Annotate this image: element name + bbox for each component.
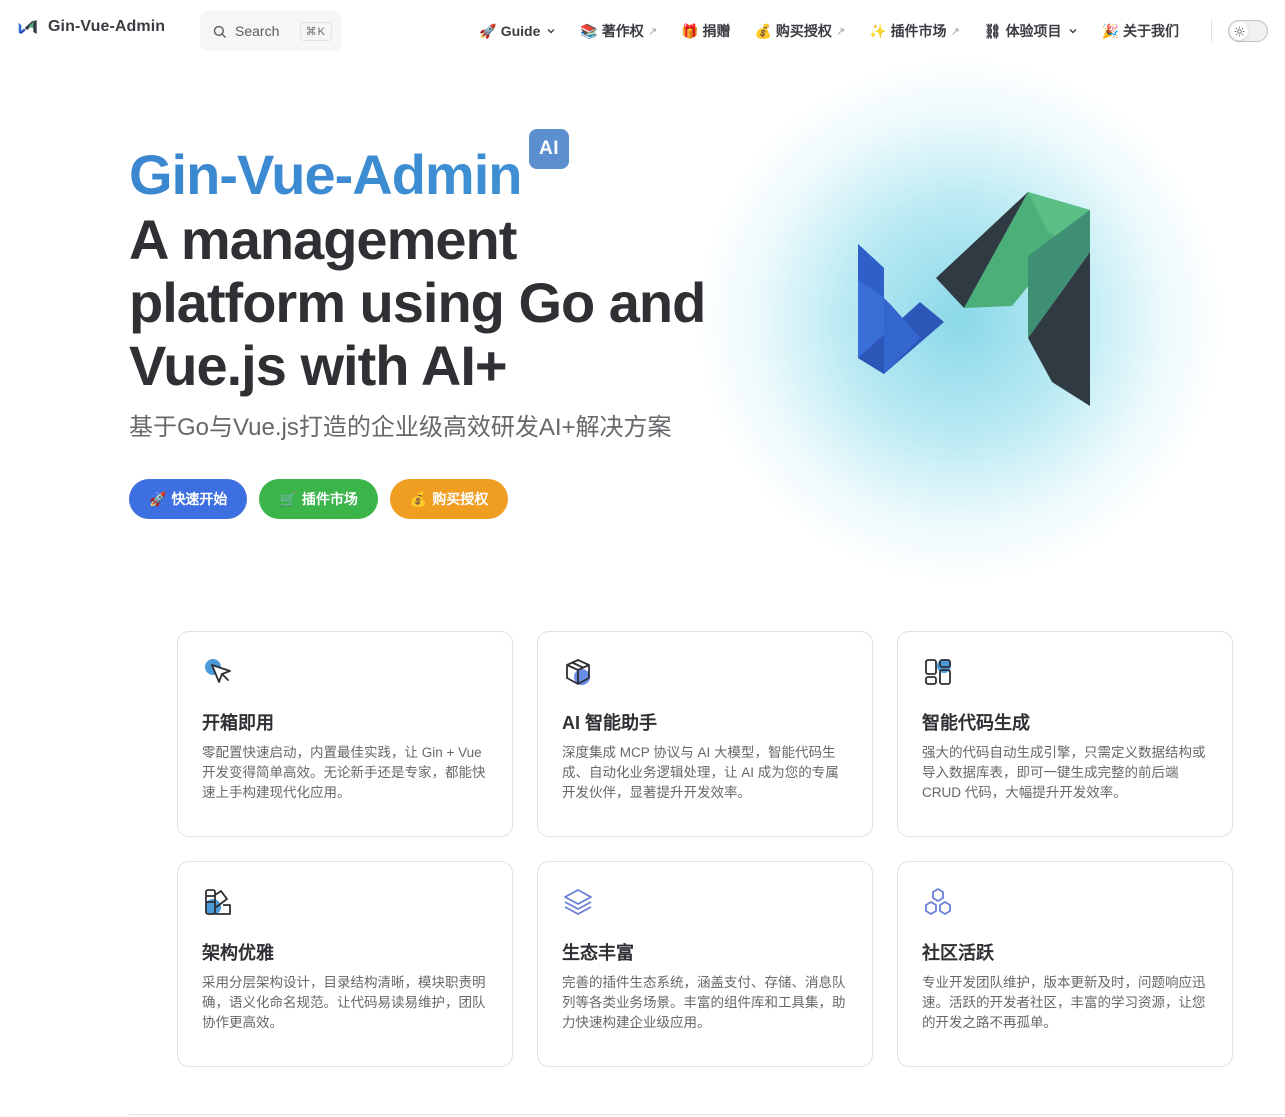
feature-description: 采用分层架构设计，目录结构清晰，模块职责明确，语义化命名规范。让代码易读易维护，… bbox=[202, 975, 486, 1030]
chain-icon: ⛓ bbox=[983, 22, 1002, 39]
shopping-cart-icon: 🛒 bbox=[279, 490, 297, 507]
cube-icon bbox=[566, 659, 590, 685]
buy-license-button[interactable]: 💰 购买授权 bbox=[389, 479, 509, 519]
nav-item-demo-projects[interactable]: ⛓ 体验项目 bbox=[972, 0, 1090, 62]
feature-card: AI 智能助手 深度集成 MCP 协议与 AI 大模型，智能代码生成、自动化业务… bbox=[537, 631, 873, 837]
footer-divider bbox=[129, 1114, 1285, 1115]
rocket-icon: 🚀 bbox=[479, 22, 497, 39]
search-icon bbox=[213, 25, 226, 38]
nav-item-plugin-market[interactable]: ✨ 插件市场 ↗ bbox=[857, 0, 972, 62]
nav-menu: 🚀 Guide 📚 著作权 ↗ 🎁 捐赠 💰 购买授权 ↗ ✨ 插件市场 ↗ ⛓… bbox=[467, 0, 1191, 62]
external-link-icon: ↗ bbox=[647, 25, 658, 38]
hero-name: Gin-Vue-Admin bbox=[129, 143, 522, 206]
button-label: 购买授权 bbox=[432, 491, 489, 507]
feature-title: 社区活跃 bbox=[922, 943, 994, 963]
feature-description: 专业开发团队维护，版本更新及时，问题响应迅速。活跃的开发者社区，丰富的学习资源，… bbox=[922, 975, 1206, 1030]
feature-card: 开箱即用 零配置快速启动，内置最佳实践，让 Gin + Vue 开发变得简单高效… bbox=[177, 631, 513, 837]
nav-item-label: 购买授权 bbox=[775, 23, 832, 39]
feature-title: 开箱即用 bbox=[202, 713, 274, 733]
hero-logo-image bbox=[858, 192, 1090, 406]
rocket-icon: 🚀 bbox=[149, 490, 167, 507]
nav-item-license[interactable]: 💰 购买授权 ↗ bbox=[742, 0, 857, 62]
nav-item-label: 捐赠 bbox=[702, 23, 731, 39]
feature-description: 强大的代码自动生成引擎，只需定义数据结构或导入数据库表，即可一键生成完整的前后端… bbox=[922, 745, 1206, 800]
hero-name-wrap: Gin-Vue-Admin bbox=[129, 142, 522, 208]
plugin-market-button[interactable]: 🛒 插件市场 bbox=[259, 479, 378, 519]
gift-icon: 🎁 bbox=[681, 22, 699, 39]
feature-description: 深度集成 MCP 协议与 AI 大模型，智能代码生成、自动化业务逻辑处理，让 A… bbox=[562, 745, 839, 800]
search-button[interactable]: Search ⌘K bbox=[200, 11, 342, 51]
feature-card: 社区活跃 专业开发团队维护，版本更新及时，问题响应迅速。活跃的开发者社区，丰富的… bbox=[897, 861, 1233, 1067]
ai-badge: AI bbox=[529, 129, 569, 169]
layout-grid-icon bbox=[925, 659, 951, 685]
quick-start-button[interactable]: 🚀 快速开始 bbox=[129, 479, 248, 519]
nav-item-label: 著作权 bbox=[601, 23, 644, 39]
nav-item-label: 插件市场 bbox=[890, 23, 947, 39]
feature-title: 生态丰富 bbox=[562, 943, 634, 963]
nav-item-donate[interactable]: 🎁 捐赠 bbox=[669, 0, 742, 62]
hexagons-icon bbox=[925, 888, 951, 915]
feature-description: 完善的插件生态系统，涵盖支付、存储、消息队列等各类业务场景。丰富的组件库和工具集… bbox=[562, 975, 846, 1030]
swatch-book-icon bbox=[205, 889, 231, 915]
nav-divider bbox=[1211, 19, 1212, 43]
nav-item-label: 关于我们 bbox=[1123, 23, 1179, 39]
button-label: 插件市场 bbox=[301, 491, 358, 507]
hero-actions: 🚀 快速开始 🛒 插件市场 💰 购买授权 bbox=[129, 479, 509, 519]
layers-icon bbox=[564, 889, 592, 915]
brand-title: Gin-Vue-Admin bbox=[48, 18, 166, 35]
hero-headline: A management platform using Go and Vue.j… bbox=[129, 208, 706, 397]
top-nav: Gin-Vue-Admin Search ⌘K 🚀 Guide 📚 著作权 ↗ … bbox=[0, 0, 1285, 62]
chevron-down-icon bbox=[546, 26, 556, 36]
theme-toggle[interactable] bbox=[1228, 20, 1268, 42]
money-bag-icon: 💰 bbox=[754, 22, 772, 39]
feature-card: 智能代码生成 强大的代码自动生成引擎，只需定义数据结构或导入数据库表，即可一键生… bbox=[897, 631, 1233, 837]
external-link-icon: ↗ bbox=[950, 25, 960, 38]
button-label: 快速开始 bbox=[171, 491, 228, 507]
party-popper-icon: 🎉 bbox=[1101, 22, 1119, 39]
brand-link[interactable]: Gin-Vue-Admin bbox=[18, 18, 165, 36]
feature-card: 生态丰富 完善的插件生态系统，涵盖支付、存储、消息队列等各类业务场景。丰富的组件… bbox=[537, 861, 873, 1067]
nav-item-about[interactable]: 🎉 关于我们 bbox=[1090, 0, 1191, 62]
medal-icon: 💰 bbox=[409, 490, 428, 507]
search-shortcut: ⌘K bbox=[299, 21, 332, 41]
chevron-down-icon bbox=[1068, 26, 1078, 36]
books-icon: 📚 bbox=[580, 22, 598, 39]
sun-icon bbox=[1230, 22, 1248, 40]
nav-item-label: 体验项目 bbox=[1005, 23, 1062, 39]
search-label: Search bbox=[235, 23, 280, 39]
nav-item-copyright[interactable]: 📚 著作权 ↗ bbox=[568, 0, 669, 62]
feature-description: 零配置快速启动，内置最佳实践，让 Gin + Vue 开发变得简单高效。无论新手… bbox=[202, 745, 486, 800]
cursor-click-icon bbox=[205, 659, 231, 683]
nav-item-label: Guide bbox=[500, 23, 541, 39]
external-link-icon: ↗ bbox=[835, 25, 846, 38]
brand-logo-icon bbox=[18, 20, 37, 34]
feature-title: AI 智能助手 bbox=[562, 713, 658, 733]
feature-card: 架构优雅 采用分层架构设计，目录结构清晰，模块职责明确，语义化命名规范。让代码易… bbox=[177, 861, 513, 1067]
feature-title: 架构优雅 bbox=[202, 943, 274, 963]
sparkles-icon: ✨ bbox=[869, 22, 887, 39]
feature-title: 智能代码生成 bbox=[922, 713, 1030, 733]
nav-item-guide[interactable]: 🚀 Guide bbox=[467, 0, 568, 62]
hero-tagline: 基于Go与Vue.js打造的企业级高效研发AI+解决方案 bbox=[129, 414, 672, 441]
